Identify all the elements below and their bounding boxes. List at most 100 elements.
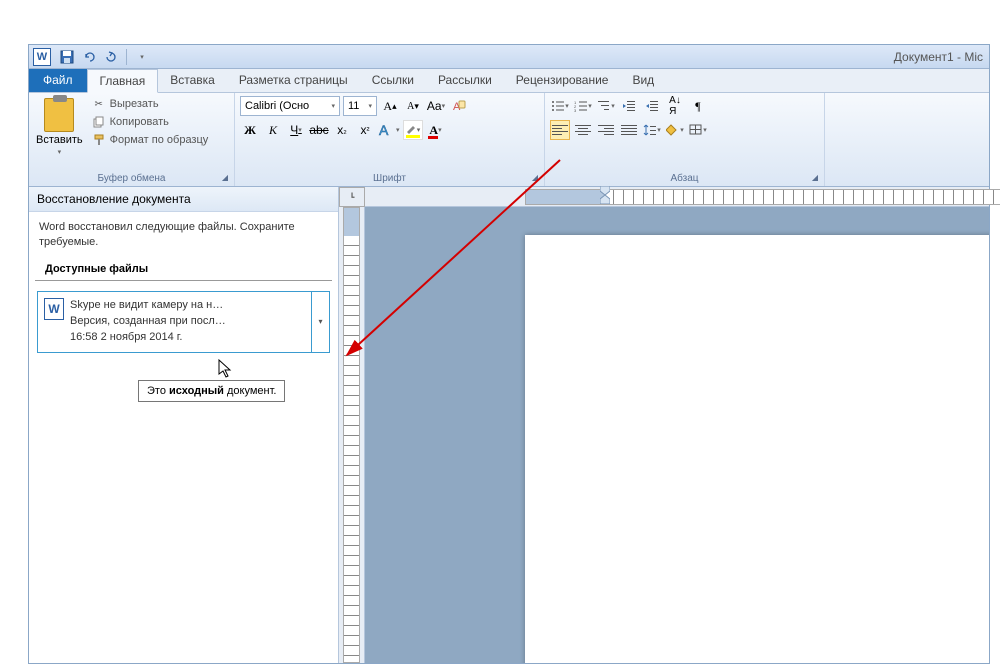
- format-painter-button[interactable]: Формат по образцу: [89, 132, 212, 148]
- strikethrough-button[interactable]: abc: [309, 120, 329, 140]
- show-marks-button[interactable]: ¶: [688, 96, 708, 116]
- ribbon: Вставить ▾ ✂ Вырезать Копировать: [29, 93, 989, 187]
- copy-icon: [92, 115, 106, 129]
- cursor-icon: [218, 359, 234, 379]
- app-window: W ▾ Документ1 - Mic Файл Главная Вставка…: [28, 44, 990, 664]
- font-name-value: Calibri (Осно: [245, 100, 309, 112]
- font-size-value: 11: [348, 100, 359, 112]
- recovery-available-label: Доступные файлы: [35, 259, 332, 281]
- content-area: Восстановление документа Word восстанови…: [29, 187, 989, 663]
- clear-formatting-button[interactable]: A: [449, 96, 469, 116]
- tooltip-suffix: документ.: [224, 385, 277, 397]
- dialog-launcher-icon[interactable]: ◢: [529, 171, 541, 183]
- sort-button[interactable]: А↓Я: [665, 96, 685, 116]
- tooltip-bold: исходный: [169, 385, 224, 397]
- brush-icon: [92, 133, 106, 147]
- recovery-item[interactable]: W Skype не видит камеру на н… Версия, со…: [37, 291, 330, 353]
- change-case-button[interactable]: Aa▾: [426, 96, 446, 116]
- group-label-clipboard: Буфер обмена: [34, 171, 229, 186]
- ribbon-tabs: Файл Главная Вставка Разметка страницы С…: [29, 69, 989, 93]
- shading-button[interactable]: ▾: [665, 120, 685, 140]
- bullets-button[interactable]: ▾: [550, 96, 570, 116]
- title-bar: W ▾ Документ1 - Mic: [29, 45, 989, 69]
- recovery-title: Восстановление документа: [29, 187, 338, 212]
- document-recovery-pane: Восстановление документа Word восстанови…: [29, 187, 339, 663]
- bold-button[interactable]: Ж: [240, 120, 260, 140]
- scissors-icon: ✂: [92, 97, 106, 111]
- horizontal-ruler[interactable]: [365, 187, 989, 207]
- app-title: Документ1 - Mic: [894, 50, 983, 64]
- text-effects-button[interactable]: A▾: [378, 120, 400, 140]
- recovery-description: Word восстановил следующие файлы. Сохран…: [29, 212, 338, 259]
- italic-button[interactable]: К: [263, 120, 283, 140]
- document-canvas[interactable]: [365, 207, 989, 663]
- chevron-down-icon: ▾: [368, 102, 372, 110]
- page[interactable]: [525, 235, 989, 663]
- recovery-item-text: Skype не видит камеру на н… Версия, созд…: [70, 298, 323, 346]
- paste-button[interactable]: Вставить ▾: [34, 96, 85, 158]
- chevron-down-icon: ▾: [58, 148, 62, 156]
- font-size-combo[interactable]: 11 ▾: [343, 96, 377, 116]
- underline-button[interactable]: Ч▾: [286, 120, 306, 140]
- superscript-button[interactable]: x²: [355, 120, 375, 140]
- separator: [126, 49, 127, 65]
- grow-font-button[interactable]: A▴: [380, 96, 400, 116]
- subscript-button[interactable]: x₂: [332, 120, 352, 140]
- increase-indent-button[interactable]: [642, 96, 662, 116]
- dialog-launcher-icon[interactable]: ◢: [219, 171, 231, 183]
- chevron-down-icon: ▾: [331, 102, 335, 110]
- quick-access-toolbar: ▾: [57, 47, 152, 67]
- group-font: Calibri (Осно ▾ 11 ▾ A▴ A▾ Aa▾ A: [235, 93, 545, 186]
- decrease-indent-button[interactable]: [619, 96, 639, 116]
- recovery-item-dropdown[interactable]: ▾: [311, 292, 329, 352]
- svg-text:3: 3: [574, 108, 577, 112]
- qat-customize-icon[interactable]: ▾: [132, 47, 152, 67]
- align-center-button[interactable]: [573, 120, 593, 140]
- word-app-icon[interactable]: W: [33, 48, 51, 66]
- paste-label: Вставить: [36, 134, 83, 146]
- tab-pagelayout[interactable]: Разметка страницы: [227, 68, 360, 92]
- ruler-corner[interactable]: ┗: [339, 187, 365, 207]
- dialog-launcher-icon[interactable]: ◢: [809, 171, 821, 183]
- cut-button[interactable]: ✂ Вырезать: [89, 96, 212, 112]
- font-name-combo[interactable]: Calibri (Осно ▾: [240, 96, 340, 116]
- word-doc-icon: W: [44, 298, 64, 320]
- recovery-item-line3: 16:58 2 ноября 2014 г.: [70, 330, 323, 346]
- tooltip: Это исходный документ.: [138, 380, 285, 402]
- group-label-paragraph: Абзац: [550, 171, 819, 186]
- multilevel-list-button[interactable]: ▾: [596, 96, 616, 116]
- tab-references[interactable]: Ссылки: [360, 68, 426, 92]
- tab-mailings[interactable]: Рассылки: [426, 68, 504, 92]
- align-left-button[interactable]: [550, 120, 570, 140]
- format-painter-label: Формат по образцу: [110, 134, 209, 146]
- indent-marker-icon[interactable]: [600, 186, 610, 204]
- save-icon[interactable]: [57, 47, 77, 67]
- font-color-button[interactable]: A ▾: [426, 120, 446, 140]
- recovery-item-line2: Версия, созданная при посл…: [70, 314, 323, 330]
- redo-icon[interactable]: [101, 47, 121, 67]
- align-right-button[interactable]: [596, 120, 616, 140]
- document-area: ┗: [339, 187, 989, 663]
- vertical-ruler[interactable]: [339, 207, 365, 663]
- tab-insert[interactable]: Вставка: [158, 68, 227, 92]
- tab-review[interactable]: Рецензирование: [504, 68, 621, 92]
- paste-icon: [44, 98, 74, 132]
- tooltip-prefix: Это: [147, 385, 169, 397]
- shrink-font-button[interactable]: A▾: [403, 96, 423, 116]
- tab-view[interactable]: Вид: [620, 68, 666, 92]
- group-label-font: Шрифт: [240, 171, 539, 186]
- borders-button[interactable]: ▾: [688, 120, 708, 140]
- line-spacing-button[interactable]: ▾: [642, 120, 662, 140]
- recovery-item-line1: Skype не видит камеру на н…: [70, 298, 323, 314]
- group-clipboard: Вставить ▾ ✂ Вырезать Копировать: [29, 93, 235, 186]
- file-tab[interactable]: Файл: [29, 68, 87, 92]
- cut-label: Вырезать: [110, 98, 159, 110]
- numbering-button[interactable]: 123▾: [573, 96, 593, 116]
- svg-text:A: A: [379, 122, 389, 138]
- copy-label: Копировать: [110, 116, 169, 128]
- undo-icon[interactable]: [79, 47, 99, 67]
- copy-button[interactable]: Копировать: [89, 114, 212, 130]
- tab-home[interactable]: Главная: [87, 69, 159, 93]
- align-justify-button[interactable]: [619, 120, 639, 140]
- highlight-button[interactable]: ▾: [403, 120, 423, 140]
